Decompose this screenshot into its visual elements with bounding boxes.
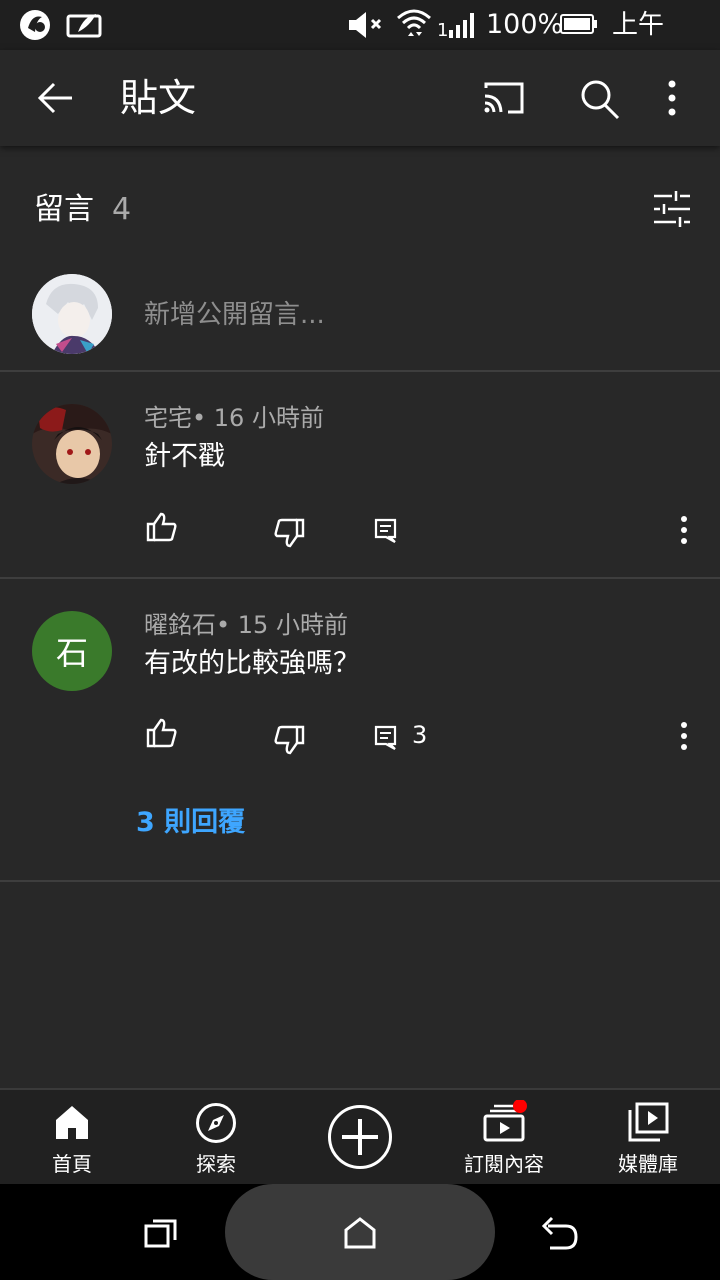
divider (0, 370, 720, 372)
nav-library[interactable]: 媒體庫 (576, 1090, 720, 1186)
mute-icon (346, 9, 386, 41)
home-pill[interactable] (225, 1184, 495, 1280)
dislike-icon[interactable] (273, 725, 305, 755)
nav-label: 訂閱內容 (464, 1152, 544, 1176)
nav-label: 探索 (196, 1152, 236, 1176)
comment-author-avatar[interactable]: 石 (32, 611, 112, 691)
back-arrow-icon[interactable] (36, 78, 76, 118)
library-icon (576, 1102, 720, 1144)
wifi-icon (395, 6, 433, 44)
view-replies-link[interactable]: 3 則回覆 (136, 803, 245, 843)
comment-meta: 宅宅• 16 小時前 (144, 401, 324, 435)
back-nav-icon[interactable] (540, 1216, 580, 1252)
nav-home[interactable]: 首頁 (0, 1090, 144, 1186)
divider (0, 577, 720, 579)
battery-icon (560, 12, 598, 36)
battery-percent: 100% (486, 9, 564, 40)
comment-more-icon[interactable] (674, 516, 694, 544)
compass-icon (144, 1102, 288, 1144)
nav-create[interactable] (288, 1090, 432, 1186)
reply-icon[interactable] (374, 725, 398, 751)
nav-subscriptions[interactable]: 訂閱內容 (432, 1090, 576, 1186)
status-bar: 1 100% 上午8:46 (0, 0, 720, 78)
comments-label: 留言 (34, 192, 94, 227)
subscriptions-icon (432, 1100, 576, 1144)
sort-filter-icon[interactable] (652, 190, 692, 228)
comments-count: 4 (112, 192, 132, 227)
add-comment-input[interactable]: 新增公開留言... (144, 296, 325, 334)
user-avatar (32, 274, 112, 354)
bottom-navigation: 首頁 探索 訂閱內容 媒體庫 (0, 1088, 720, 1186)
more-vert-icon[interactable] (662, 80, 682, 116)
app-bar: 貼文 (0, 50, 720, 146)
comment-author-avatar[interactable] (32, 404, 112, 484)
dislike-icon[interactable] (273, 518, 305, 548)
page-title: 貼文 (120, 76, 197, 120)
home-outline-icon (343, 1216, 377, 1250)
comment-text: 針不戳 (144, 441, 225, 472)
recent-apps-icon[interactable] (144, 1218, 178, 1248)
search-icon[interactable] (578, 78, 622, 120)
signal-icon (448, 10, 478, 40)
comment-meta: 曜銘石• 15 小時前 (144, 608, 348, 642)
like-icon[interactable] (146, 718, 178, 748)
message-notification-icon (66, 10, 102, 40)
signal-digit: 1 (437, 20, 449, 41)
comment-more-icon[interactable] (674, 722, 694, 750)
avatar-letter: 石 (55, 634, 88, 672)
comment-author[interactable]: 宅宅 (144, 404, 192, 432)
nav-explore[interactable]: 探索 (144, 1090, 288, 1186)
nav-label: 媒體庫 (618, 1152, 678, 1176)
divider (0, 880, 720, 882)
cast-icon[interactable] (482, 78, 526, 118)
comment-text: 有改的比較強嗎？ (144, 648, 360, 679)
reply-icon[interactable] (374, 518, 398, 544)
like-icon[interactable] (146, 512, 178, 542)
comment-author[interactable]: 曜銘石 (144, 611, 216, 639)
comment-time: • 16 小時前 (192, 404, 324, 432)
comment-time: • 15 小時前 (216, 611, 348, 639)
reply-count: 3 (412, 721, 428, 749)
system-navigation-bar (0, 1184, 720, 1280)
nav-label: 首頁 (52, 1152, 92, 1176)
notification-app-icon (18, 8, 54, 42)
home-icon (0, 1104, 144, 1140)
create-plus-icon (288, 1104, 432, 1170)
